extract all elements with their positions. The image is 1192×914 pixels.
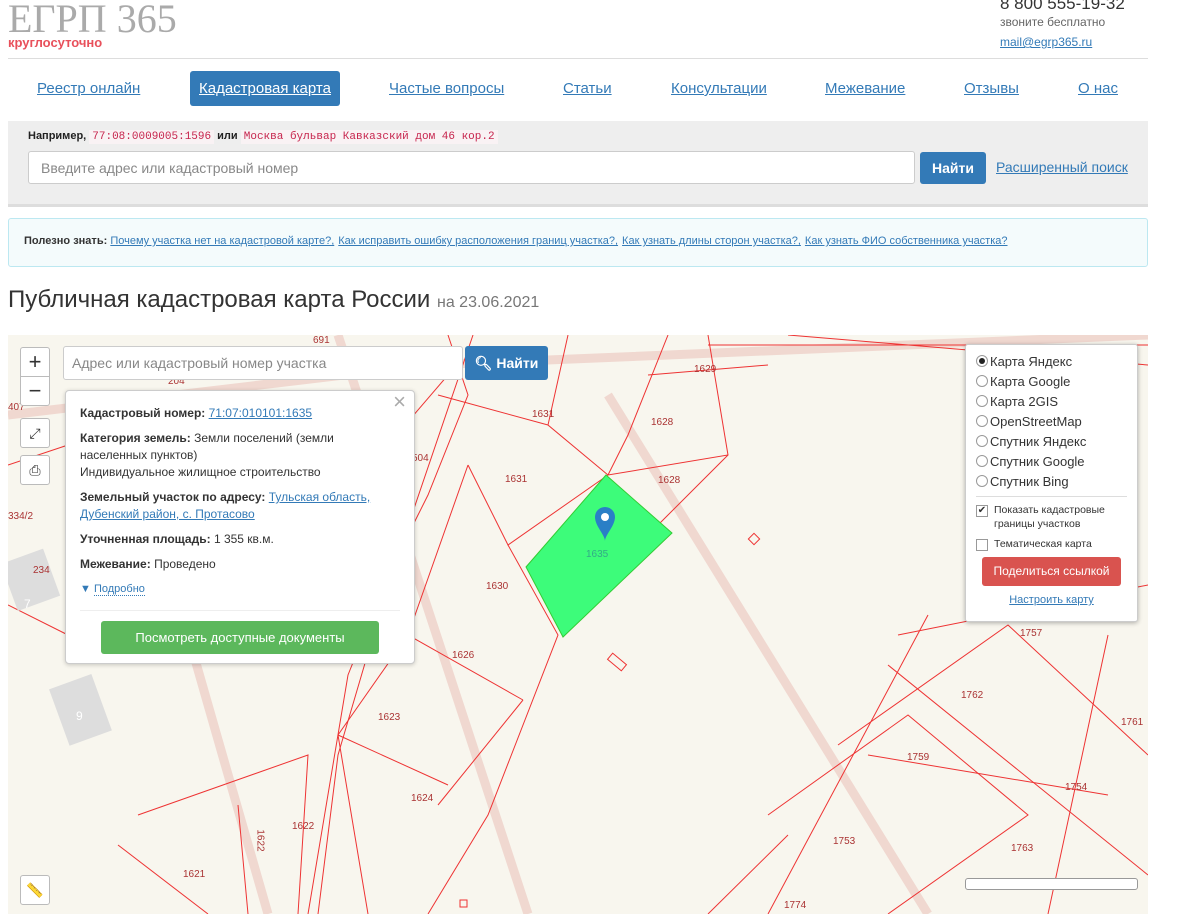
show-borders-checkbox[interactable]: ✔ Показать кадастровые границы участков: [976, 503, 1127, 531]
ruler-icon[interactable]: 📏: [20, 875, 50, 905]
layer-option[interactable]: Карта Яндекс: [976, 351, 1127, 371]
parcel-label: 1761: [1121, 717, 1144, 728]
parcel-label: 1759: [907, 752, 930, 763]
search-example: Например, 77:08:0009005:1596 или Москва …: [28, 130, 498, 144]
nav-reviews[interactable]: Отзывы: [955, 71, 1028, 106]
parcel-label: 1753: [833, 836, 856, 847]
tip-link[interactable]: Как узнать ФИО собственника участка?: [805, 235, 1008, 247]
parcel-label: 7: [24, 597, 31, 611]
view-documents-button[interactable]: Посмотреть доступные документы: [101, 621, 379, 654]
parcel-label: 1631: [532, 409, 555, 420]
parcel-label: 234: [33, 565, 50, 576]
parcel-label: 1623: [378, 712, 401, 723]
divider: [8, 58, 1148, 59]
thematic-map-checkbox[interactable]: Тематическая карта: [976, 537, 1127, 551]
nav-faq[interactable]: Частые вопросы: [380, 71, 513, 106]
logo-tagline: круглосуточно: [8, 35, 103, 50]
parcel-label: 1757: [1020, 628, 1043, 639]
cadastral-number-link[interactable]: 71:07:010101:1635: [209, 406, 312, 420]
logo[interactable]: ЕГРП 365: [8, 0, 177, 39]
details-link[interactable]: Подробно: [93, 583, 145, 596]
parcel-label: 1631: [505, 474, 528, 485]
search-panel: Например, 77:08:0009005:1596 или Москва …: [8, 121, 1148, 207]
close-icon[interactable]: ×: [393, 391, 406, 413]
parcel-info-popup: × Кадастровый номер: 71:07:010101:1635 К…: [65, 390, 415, 664]
share-link-button[interactable]: Поделиться ссылкой: [982, 557, 1121, 586]
layer-switcher: Карта Яндекс Карта Google Карта 2GIS Ope…: [965, 344, 1138, 622]
parcel-label: 1630: [486, 581, 509, 592]
main-nav: Реестр онлайн Кадастровая карта Частые в…: [0, 71, 1148, 106]
zoom-in-button[interactable]: +: [20, 347, 50, 377]
nav-cadastral-map[interactable]: Кадастровая карта: [190, 71, 340, 106]
nav-registry[interactable]: Реестр онлайн: [28, 71, 149, 106]
page-date: на 23.06.2021: [437, 294, 540, 311]
parcel-label: 334/2: [8, 511, 34, 522]
fullscreen-icon[interactable]: ⤢: [20, 418, 50, 448]
tip-label: Полезно знать:: [24, 235, 108, 247]
parcel-label: 9: [76, 709, 83, 723]
layer-option[interactable]: Спутник Bing: [976, 471, 1127, 491]
search-icon: 🔍︎: [474, 355, 493, 371]
parcel-label: 1624: [411, 793, 434, 804]
parcel-label: 1622: [292, 821, 315, 832]
layer-option[interactable]: Спутник Яндекс: [976, 431, 1127, 451]
phone-note: звоните бесплатно: [1000, 15, 1106, 29]
email-link[interactable]: mail@egrp365.ru: [1000, 35, 1092, 49]
layer-option[interactable]: OpenStreetMap: [976, 411, 1127, 431]
search-input[interactable]: Введите адрес или кадастровый номер: [28, 151, 915, 184]
advanced-search-link[interactable]: Расширенный поиск: [996, 159, 1128, 175]
tip-link[interactable]: Как узнать длины сторон участка?,: [622, 235, 801, 247]
cadastral-map[interactable]: 691 1629 1631 1628 1628 1631 1635 1630 1…: [8, 335, 1148, 914]
parcel-label: 691: [313, 335, 330, 346]
parcel-label: 1635: [586, 549, 609, 560]
parcel-label: 1626: [452, 650, 475, 661]
parcel-label: 1762: [961, 690, 984, 701]
map-scale: [965, 878, 1138, 890]
page-title: Публичная кадастровая карта России на 23…: [8, 286, 540, 313]
parcel-label: 1621: [183, 869, 206, 880]
parcel-label: 1774: [784, 900, 807, 911]
tip-link[interactable]: Почему участка нет на кадастровой карте?…: [110, 235, 334, 247]
parcel-label: 1628: [658, 475, 681, 486]
parcel-label: 1628: [651, 417, 674, 428]
zoom-out-button[interactable]: −: [20, 376, 50, 406]
layer-option[interactable]: Карта 2GIS: [976, 391, 1127, 411]
parcel-label: 1622: [254, 829, 266, 852]
parcel-label: 1763: [1011, 843, 1034, 854]
layer-option[interactable]: Карта Google: [976, 371, 1127, 391]
search-button[interactable]: Найти: [920, 152, 986, 184]
tip-link[interactable]: Как исправить ошибку расположения границ…: [338, 235, 618, 247]
nav-about[interactable]: О нас: [1069, 71, 1127, 106]
print-icon[interactable]: ⎙: [20, 455, 50, 485]
caret-down-icon: ▼: [80, 583, 91, 595]
nav-consultations[interactable]: Консультации: [662, 71, 776, 106]
tip-bar: Полезно знать: Почему участка нет на кад…: [8, 218, 1148, 267]
phone: 8 800 555-19-32: [1000, 0, 1125, 13]
map-search-input[interactable]: Адрес или кадастровый номер участка: [63, 346, 463, 380]
parcel-label: 1629: [694, 364, 717, 375]
nav-articles[interactable]: Статьи: [554, 71, 621, 106]
layer-option[interactable]: Спутник Google: [976, 451, 1127, 471]
parcel-label: 1754: [1065, 782, 1088, 793]
map-search-button[interactable]: 🔍︎ Найти: [465, 346, 548, 380]
configure-map-link[interactable]: Настроить карту: [976, 594, 1127, 606]
nav-surveying[interactable]: Межевание: [816, 71, 914, 106]
